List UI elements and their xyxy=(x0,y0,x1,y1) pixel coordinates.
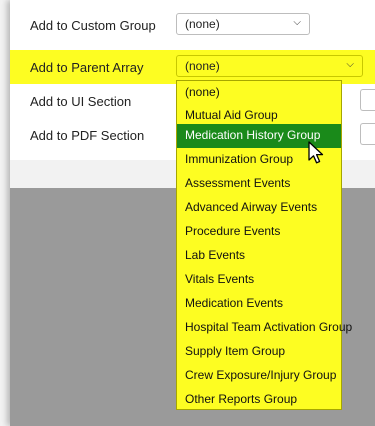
chevron-down-icon: ⌵ xyxy=(293,17,301,28)
ui-section-select[interactable] xyxy=(360,89,375,111)
dropdown-option[interactable]: Assessment Events xyxy=(177,172,341,196)
custom-group-value: (none) xyxy=(185,17,220,31)
dropdown-option[interactable]: (none) xyxy=(177,81,341,105)
dropdown-option[interactable]: Medication Events xyxy=(177,292,341,316)
page: { "rows": [ {"label": "Add to Custom Gro… xyxy=(0,0,375,426)
custom-group-row: Add to Custom Group (none) ⌵ xyxy=(10,8,375,42)
dropdown-option[interactable]: Supply Item Group xyxy=(177,340,341,364)
dropdown-option[interactable]: Lab Events xyxy=(177,244,341,268)
chevron-down-icon: ⌵ xyxy=(346,59,354,70)
parent-array-value: (none) xyxy=(185,59,220,73)
dropdown-option[interactable]: Procedure Events xyxy=(177,220,341,244)
dropdown-option[interactable]: Advanced Airway Events xyxy=(177,196,341,220)
custom-group-label: Add to Custom Group xyxy=(30,18,156,33)
pdf-section-label: Add to PDF Section xyxy=(30,128,145,143)
parent-array-dropdown-list[interactable]: (none) Mutual Aid Group Medication Histo… xyxy=(176,80,352,412)
parent-array-select[interactable]: (none) ⌵ xyxy=(176,55,363,77)
pdf-section-select[interactable] xyxy=(360,123,375,145)
custom-group-select[interactable]: (none) ⌵ xyxy=(176,13,310,35)
dropdown-option[interactable]: Crew Exposure/Injury Group xyxy=(177,364,341,388)
dropdown-option[interactable]: Hospital Team Activation Group xyxy=(177,316,352,340)
dropdown-option[interactable]: Other Reports Group xyxy=(177,388,341,412)
pointer-cursor-icon xyxy=(308,141,324,164)
dropdown-option[interactable]: Vitals Events xyxy=(177,268,341,292)
parent-array-label: Add to Parent Array xyxy=(30,60,144,75)
parent-array-row: Add to Parent Array (none) ⌵ xyxy=(10,50,375,84)
ui-section-label: Add to UI Section xyxy=(30,94,132,109)
